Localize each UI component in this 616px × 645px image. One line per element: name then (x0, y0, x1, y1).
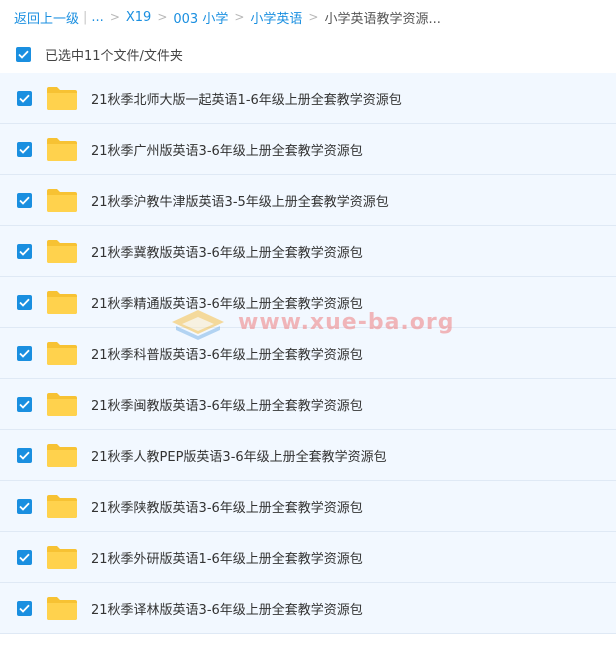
file-row[interactable]: 21秋季科普版英语3-6年级上册全套教学资源包 (0, 328, 616, 379)
file-row[interactable]: 21秋季陕教版英语3-6年级上册全套教学资源包 (0, 481, 616, 532)
row-checkbox[interactable] (17, 498, 32, 514)
selection-count-label: 已选中11个文件/文件夹 (45, 48, 183, 64)
checkmark-icon (19, 196, 30, 205)
breadcrumb-item-x19[interactable]: X19 (126, 10, 151, 25)
file-row[interactable]: 21秋季外研版英语1-6年级上册全套教学资源包 (0, 532, 616, 583)
file-list: 21秋季北师大版一起英语1-6年级上册全套教学资源包 21秋季广州版英语3-6年级… (0, 73, 616, 634)
row-checkbox[interactable] (17, 600, 32, 616)
folder-icon (47, 188, 77, 212)
folder-icon (47, 392, 77, 416)
file-row[interactable]: 21秋季精通版英语3-6年级上册全套教学资源包 (0, 277, 616, 328)
breadcrumb-separator: > (234, 10, 245, 24)
selection-bar: 已选中11个文件/文件夹 (0, 34, 616, 74)
row-checkbox[interactable] (17, 90, 32, 106)
row-checkbox[interactable] (17, 549, 32, 565)
row-checkbox[interactable] (17, 141, 32, 157)
file-name[interactable]: 21秋季冀教版英语3-6年级上册全套教学资源包 (91, 242, 363, 261)
breadcrumb-ellipsis[interactable]: ... (91, 10, 103, 25)
checkmark-icon (19, 553, 30, 562)
file-name[interactable]: 21秋季北师大版一起英语1-6年级上册全套教学资源包 (91, 89, 402, 108)
file-name[interactable]: 21秋季沪教牛津版英语3-5年级上册全套教学资源包 (91, 191, 389, 210)
folder-icon (47, 290, 77, 314)
breadcrumb: 返回上一级 | ... > X19 > 003 小学 > 小学英语 > 小学英语… (0, 0, 616, 34)
checkmark-icon (19, 298, 30, 307)
breadcrumb-item-primary-english[interactable]: 小学英语 (250, 8, 302, 27)
file-name[interactable]: 21秋季陕教版英语3-6年级上册全套教学资源包 (91, 497, 363, 516)
folder-icon (47, 86, 77, 110)
checkmark-icon (19, 145, 30, 154)
file-row[interactable]: 21秋季广州版英语3-6年级上册全套教学资源包 (0, 124, 616, 175)
select-all-checkbox[interactable] (16, 46, 31, 62)
folder-icon (47, 443, 77, 467)
folder-icon (47, 545, 77, 569)
back-link[interactable]: 返回上一级 (14, 8, 79, 27)
row-checkbox[interactable] (17, 192, 32, 208)
breadcrumb-current: 小学英语教学资源... (324, 11, 441, 27)
file-name[interactable]: 21秋季科普版英语3-6年级上册全套教学资源包 (91, 344, 363, 363)
file-name[interactable]: 21秋季译林版英语3-6年级上册全套教学资源包 (91, 599, 363, 618)
checkmark-icon (18, 50, 29, 59)
checkmark-icon (19, 604, 30, 613)
row-checkbox[interactable] (17, 243, 32, 259)
row-checkbox[interactable] (17, 447, 32, 463)
file-row[interactable]: 21秋季人教PEP版英语3-6年级上册全套教学资源包 (0, 430, 616, 481)
breadcrumb-separator: > (109, 10, 120, 24)
checkmark-icon (19, 94, 30, 103)
checkmark-icon (19, 400, 30, 409)
checkmark-icon (19, 349, 30, 358)
checkmark-icon (19, 451, 30, 460)
folder-icon (47, 137, 77, 161)
file-row[interactable]: 21秋季闽教版英语3-6年级上册全套教学资源包 (0, 379, 616, 430)
file-name[interactable]: 21秋季广州版英语3-6年级上册全套教学资源包 (91, 140, 363, 159)
row-checkbox[interactable] (17, 345, 32, 361)
checkmark-icon (19, 502, 30, 511)
file-row[interactable]: 21秋季沪教牛津版英语3-5年级上册全套教学资源包 (0, 175, 616, 226)
row-checkbox[interactable] (17, 396, 32, 412)
folder-icon (47, 341, 77, 365)
breadcrumb-separator: > (157, 10, 168, 24)
breadcrumb-separator: > (308, 10, 319, 24)
folder-icon (47, 596, 77, 620)
checkmark-icon (19, 247, 30, 256)
file-row[interactable]: 21秋季译林版英语3-6年级上册全套教学资源包 (0, 583, 616, 634)
file-name[interactable]: 21秋季精通版英语3-6年级上册全套教学资源包 (91, 293, 363, 312)
file-name[interactable]: 21秋季闽教版英语3-6年级上册全套教学资源包 (91, 395, 363, 414)
file-row[interactable]: 21秋季北师大版一起英语1-6年级上册全套教学资源包 (0, 73, 616, 124)
breadcrumb-divider: | (83, 9, 88, 25)
row-checkbox[interactable] (17, 294, 32, 310)
file-row[interactable]: 21秋季冀教版英语3-6年级上册全套教学资源包 (0, 226, 616, 277)
file-name[interactable]: 21秋季人教PEP版英语3-6年级上册全套教学资源包 (91, 446, 387, 465)
breadcrumb-item-primary-school[interactable]: 003 小学 (173, 8, 228, 27)
folder-icon (47, 494, 77, 518)
folder-icon (47, 239, 77, 263)
file-name[interactable]: 21秋季外研版英语1-6年级上册全套教学资源包 (91, 548, 363, 567)
